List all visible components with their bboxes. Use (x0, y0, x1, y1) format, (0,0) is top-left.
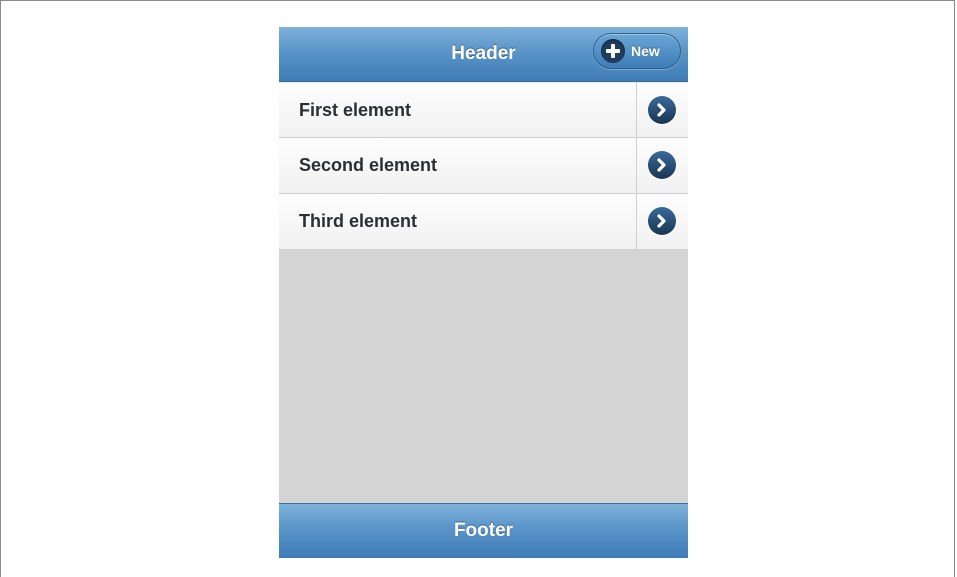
list-item-label: Second element (299, 155, 438, 175)
list-item-label: First element (299, 100, 412, 120)
new-button[interactable]: New (593, 33, 681, 69)
new-button-label: New (631, 43, 660, 59)
list-item-split-button[interactable] (636, 83, 688, 138)
mobile-page: Header New First element Second element … (279, 27, 688, 558)
list-item[interactable]: First element (279, 82, 688, 138)
footer-bar: Footer (279, 503, 688, 558)
chevron-right-icon (648, 151, 676, 179)
footer-title: Footer (453, 520, 514, 541)
plus-icon (601, 39, 625, 63)
chevron-right-icon (648, 207, 676, 235)
list-item-label: Third element (299, 211, 418, 231)
list-item[interactable]: Second element (279, 138, 688, 194)
header-bar: Header New (279, 27, 688, 82)
list-item[interactable]: Third element (279, 194, 688, 250)
element-list: First element Second element Third eleme… (279, 82, 688, 250)
list-item-split-button[interactable] (636, 138, 688, 193)
list-item-split-button[interactable] (636, 194, 688, 249)
chevron-right-icon (648, 96, 676, 124)
